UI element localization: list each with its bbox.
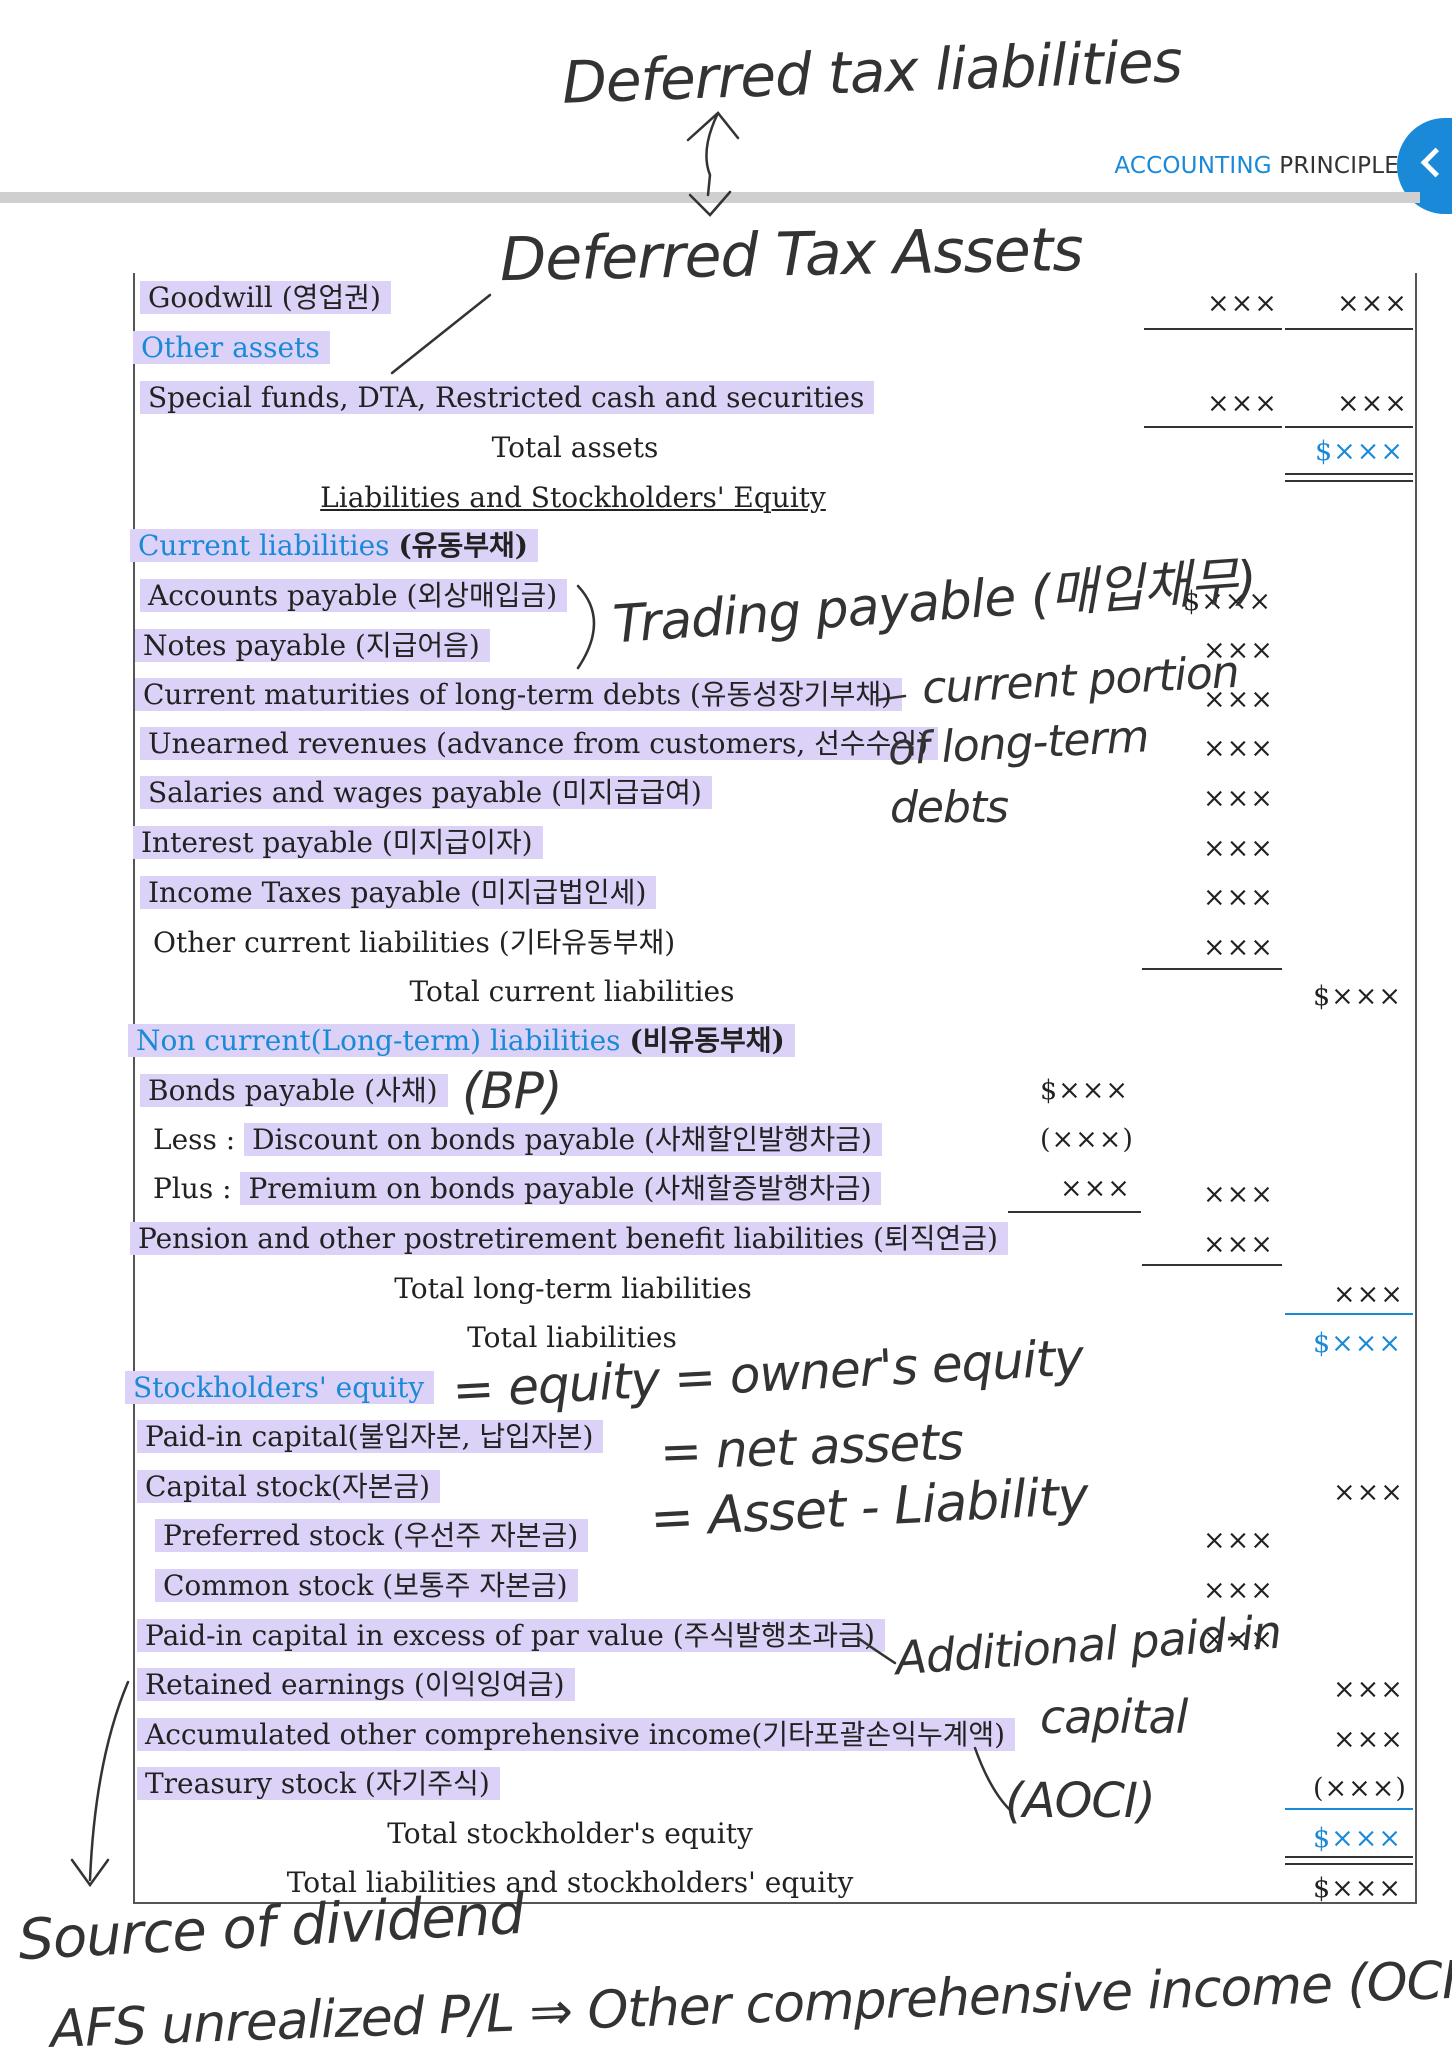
current-maturities-leader: [875, 694, 907, 702]
payables-bracket: [576, 584, 596, 670]
aoci-leader: [973, 1746, 1012, 1812]
arrow-shaft-stroke: [705, 111, 720, 197]
retained-arrow-shaft: [88, 1680, 130, 1882]
handwritten-strokes: [70, 111, 1012, 1888]
excess-par-leader: [856, 1636, 897, 1665]
dta-leader-line: [390, 293, 492, 375]
arrow-down-stroke: [688, 190, 732, 217]
